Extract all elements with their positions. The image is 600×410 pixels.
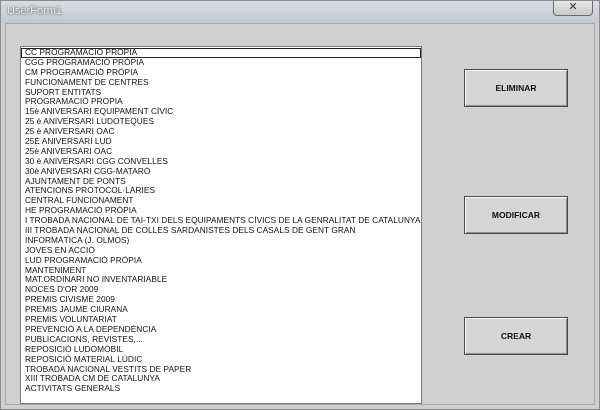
list-item[interactable]: LUD PROGRAMACIÓ PRÒPIA bbox=[21, 256, 421, 266]
list-item[interactable]: JOVES EN ACCIÓ bbox=[21, 246, 421, 256]
list-item[interactable]: TROBADA NACIONAL VESTITS DE PAPER bbox=[21, 365, 421, 375]
list-item[interactable]: FUNCIONAMENT DE CENTRES bbox=[21, 78, 421, 88]
list-item[interactable]: 25È ANIVERSARI LUD bbox=[21, 137, 421, 147]
list-item[interactable]: PUBLICACIONS, REVISTES,... bbox=[21, 335, 421, 345]
form-client-area: CC PROGRAMACIÓ PRÒPIA CGG PROGRAMACIÓ PRÒ… bbox=[5, 23, 595, 405]
list-item[interactable]: 30 è ANIVERSARI CGG CONVELLES bbox=[21, 157, 421, 167]
list-item[interactable]: MAT.ORDINARI NO INVENTARIABLE bbox=[21, 275, 421, 285]
list-item[interactable]: 30è ANIVERSARI CGG-MATARÓ bbox=[21, 167, 421, 177]
list-item[interactable]: PREMIS VOLUNTARIAT bbox=[21, 315, 421, 325]
list-item[interactable]: CC PROGRAMACIÓ PRÒPIA bbox=[21, 48, 421, 58]
list-item[interactable]: REPOSICIÓ LUDOMÒBIL bbox=[21, 345, 421, 355]
modificar-button[interactable]: MODIFICAR bbox=[464, 196, 568, 234]
close-button[interactable]: ✕ bbox=[553, 1, 593, 16]
list-item[interactable]: CM PROGRAMACIÓ PRÒPIA bbox=[21, 68, 421, 78]
list-item[interactable]: CGG PROGRAMACIÓ PRÒPIA bbox=[21, 58, 421, 68]
list-item[interactable]: 25 è ANIVERSARI OAC bbox=[21, 127, 421, 137]
title-bar[interactable]: UserForm1 ✕ bbox=[1, 1, 599, 23]
list-item[interactable]: INFORMÀTICA (J. OLMOS) bbox=[21, 236, 421, 246]
list-item[interactable]: NOCES D'OR 2009 bbox=[21, 285, 421, 295]
list-item[interactable]: PREMIS JAUME CIURANA bbox=[21, 305, 421, 315]
items-listbox[interactable]: CC PROGRAMACIÓ PRÒPIA CGG PROGRAMACIÓ PRÒ… bbox=[20, 46, 422, 404]
list-item[interactable]: REPOSICIÓ MATERIAL LÚDIC bbox=[21, 355, 421, 365]
crear-button[interactable]: CREAR bbox=[464, 317, 568, 355]
userform-window: UserForm1 ✕ CC PROGRAMACIÓ PRÒPIA CGG PRO… bbox=[0, 0, 600, 410]
list-item[interactable]: ATENCIONS PROTOCOL·LÀRIES bbox=[21, 186, 421, 196]
list-item[interactable]: ACTIVITATS GENERALS bbox=[21, 384, 421, 394]
list-item[interactable]: 25 è ANIVERSARI LUDOTEQUES bbox=[21, 117, 421, 127]
list-item[interactable]: I TROBADA NACIONAL DE TAI-TXI DELS EQUIP… bbox=[21, 216, 421, 226]
list-item[interactable]: SUPORT ENTITATS bbox=[21, 88, 421, 98]
list-item[interactable]: AJUNTAMENT DE PONTS bbox=[21, 177, 421, 187]
list-item[interactable]: PROGRAMACIÓ PROPIA bbox=[21, 97, 421, 107]
list-item[interactable]: PREVENCIÓ A LA DEPENDÈNCIA bbox=[21, 325, 421, 335]
list-item[interactable]: HE PROGRAMACIÓ PRÒPIA bbox=[21, 206, 421, 216]
list-item[interactable]: 25è ANIVERSARI OAC bbox=[21, 147, 421, 157]
close-icon: ✕ bbox=[568, 1, 578, 13]
list-item[interactable]: 15è ANIVERSARI EQUIPAMENT CÍVIC bbox=[21, 107, 421, 117]
eliminar-button[interactable]: ELIMINAR bbox=[464, 69, 568, 107]
list-item[interactable]: XIII TROBADA CM DE CATALUNYA bbox=[21, 374, 421, 384]
window-title: UserForm1 bbox=[7, 5, 63, 17]
list-item[interactable]: III TROBADA NACIONAL DE COLLES SARDANIST… bbox=[21, 226, 421, 236]
list-item[interactable]: CENTRAL FUNCIONAMENT bbox=[21, 196, 421, 206]
list-item[interactable]: MANTENIMENT bbox=[21, 266, 421, 276]
items-list: CC PROGRAMACIÓ PRÒPIA CGG PROGRAMACIÓ PRÒ… bbox=[21, 47, 421, 394]
list-item[interactable]: PREMIS CIVISME 2009 bbox=[21, 295, 421, 305]
